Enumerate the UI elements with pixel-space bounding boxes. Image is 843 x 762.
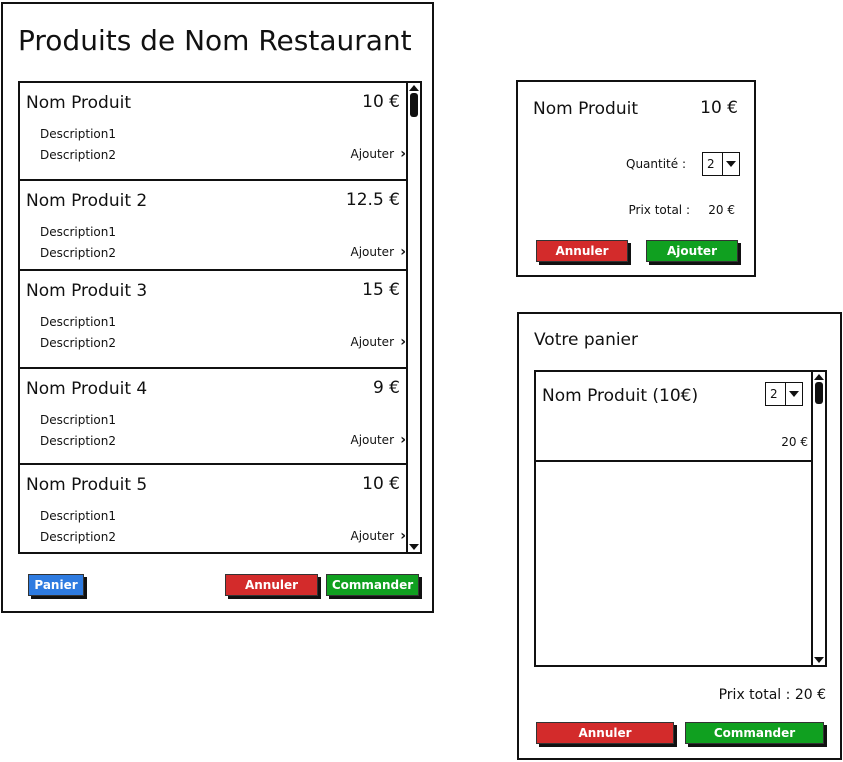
product-name: Nom Produit 2 (26, 191, 148, 211)
total-price-label: Prix total : (628, 203, 690, 217)
cancel-button[interactable]: Annuler (225, 574, 318, 596)
detail-product-name: Nom Produit (533, 99, 639, 119)
quantity-value: 2 (707, 157, 715, 171)
product-price: 10 € (362, 92, 400, 112)
add-product-link[interactable]: Ajouter › (350, 334, 406, 350)
add-product-link[interactable]: Ajouter › (350, 146, 406, 162)
product-price: 9 € (372, 378, 400, 398)
product-name: Nom Produit 3 (26, 281, 148, 301)
product-description-2: Description2 (40, 336, 116, 350)
cart-item-list: Nom Produit (10€) 2 20 € (534, 370, 827, 667)
cart-quantity-value: 2 (770, 387, 778, 401)
add-link-label: Ajouter (350, 245, 394, 259)
cart-total: Prix total : 20 € (718, 687, 826, 703)
product-description-1: Description1 (40, 127, 116, 141)
scroll-up-arrow-icon[interactable] (409, 85, 419, 91)
order-button[interactable]: Commander (326, 574, 419, 596)
cart-quantity-select[interactable]: 2 (765, 382, 803, 406)
quantity-select[interactable]: 2 (702, 152, 740, 176)
product-list-panel: Produits de Nom Restaurant Nom Produit 1… (1, 2, 434, 613)
product-list-scrollbar[interactable] (406, 83, 420, 552)
product-description-2: Description2 (40, 148, 116, 162)
product-description-1: Description1 (40, 225, 116, 239)
cart-button[interactable]: Panier (28, 574, 84, 596)
cart-panel: Votre panier Nom Produit (10€) 2 20 € Pr… (517, 312, 842, 760)
product-description-2: Description2 (40, 246, 116, 260)
add-link-label: Ajouter (350, 335, 394, 349)
cart-item: Nom Produit (10€) 2 20 € (536, 372, 813, 462)
cart-item-name: Nom Produit (10€) (542, 386, 699, 406)
quantity-label: Quantité : (626, 157, 686, 171)
order-button[interactable]: Commander (685, 722, 824, 744)
add-link-label: Ajouter (350, 433, 394, 447)
cart-item-subtotal: 20 € (781, 435, 808, 449)
product-price: 12.5 € (345, 190, 400, 210)
add-product-link[interactable]: Ajouter › (350, 432, 406, 448)
product-detail-panel: Nom Produit 10 € Quantité : 2 Prix total… (516, 80, 756, 277)
scroll-down-arrow-icon[interactable] (409, 544, 419, 550)
scroll-up-arrow-icon[interactable] (814, 374, 824, 380)
add-product-link[interactable]: Ajouter › (350, 244, 406, 260)
cancel-button[interactable]: Annuler (536, 240, 628, 262)
product-card: Nom Produit 2 12.5 € Description1 Descri… (20, 181, 408, 271)
detail-product-price: 10 € (700, 98, 738, 118)
product-price: 10 € (362, 474, 400, 494)
product-card: Nom Produit 10 € Description1 Descriptio… (20, 83, 408, 181)
product-name: Nom Produit (26, 93, 132, 113)
product-description-1: Description1 (40, 315, 116, 329)
product-description-1: Description1 (40, 413, 116, 427)
total-price-value: 20 € (708, 203, 735, 217)
product-card: Nom Produit 4 9 € Description1 Descripti… (20, 369, 408, 465)
product-price: 15 € (362, 280, 400, 300)
scroll-thumb[interactable] (815, 382, 823, 404)
add-product-link[interactable]: Ajouter › (350, 528, 406, 544)
product-description-2: Description2 (40, 434, 116, 448)
add-button[interactable]: Ajouter (646, 240, 738, 262)
product-name: Nom Produit 5 (26, 475, 148, 495)
product-name: Nom Produit 4 (26, 379, 148, 399)
page-title: Produits de Nom Restaurant (18, 24, 412, 57)
cancel-button[interactable]: Annuler (536, 722, 674, 744)
product-description-2: Description2 (40, 530, 116, 544)
dropdown-arrow-icon (722, 153, 739, 175)
add-link-label: Ajouter (350, 529, 394, 543)
product-description-1: Description1 (40, 509, 116, 523)
product-card: Nom Produit 5 10 € Description1 Descript… (20, 465, 408, 552)
scroll-down-arrow-icon[interactable] (814, 657, 824, 663)
product-card: Nom Produit 3 15 € Description1 Descript… (20, 271, 408, 369)
product-list: Nom Produit 10 € Description1 Descriptio… (18, 81, 422, 554)
scroll-thumb[interactable] (410, 93, 418, 117)
cart-title: Votre panier (534, 330, 639, 350)
cart-list-scrollbar[interactable] (811, 372, 825, 665)
dropdown-arrow-icon (785, 383, 802, 405)
add-link-label: Ajouter (350, 147, 394, 161)
